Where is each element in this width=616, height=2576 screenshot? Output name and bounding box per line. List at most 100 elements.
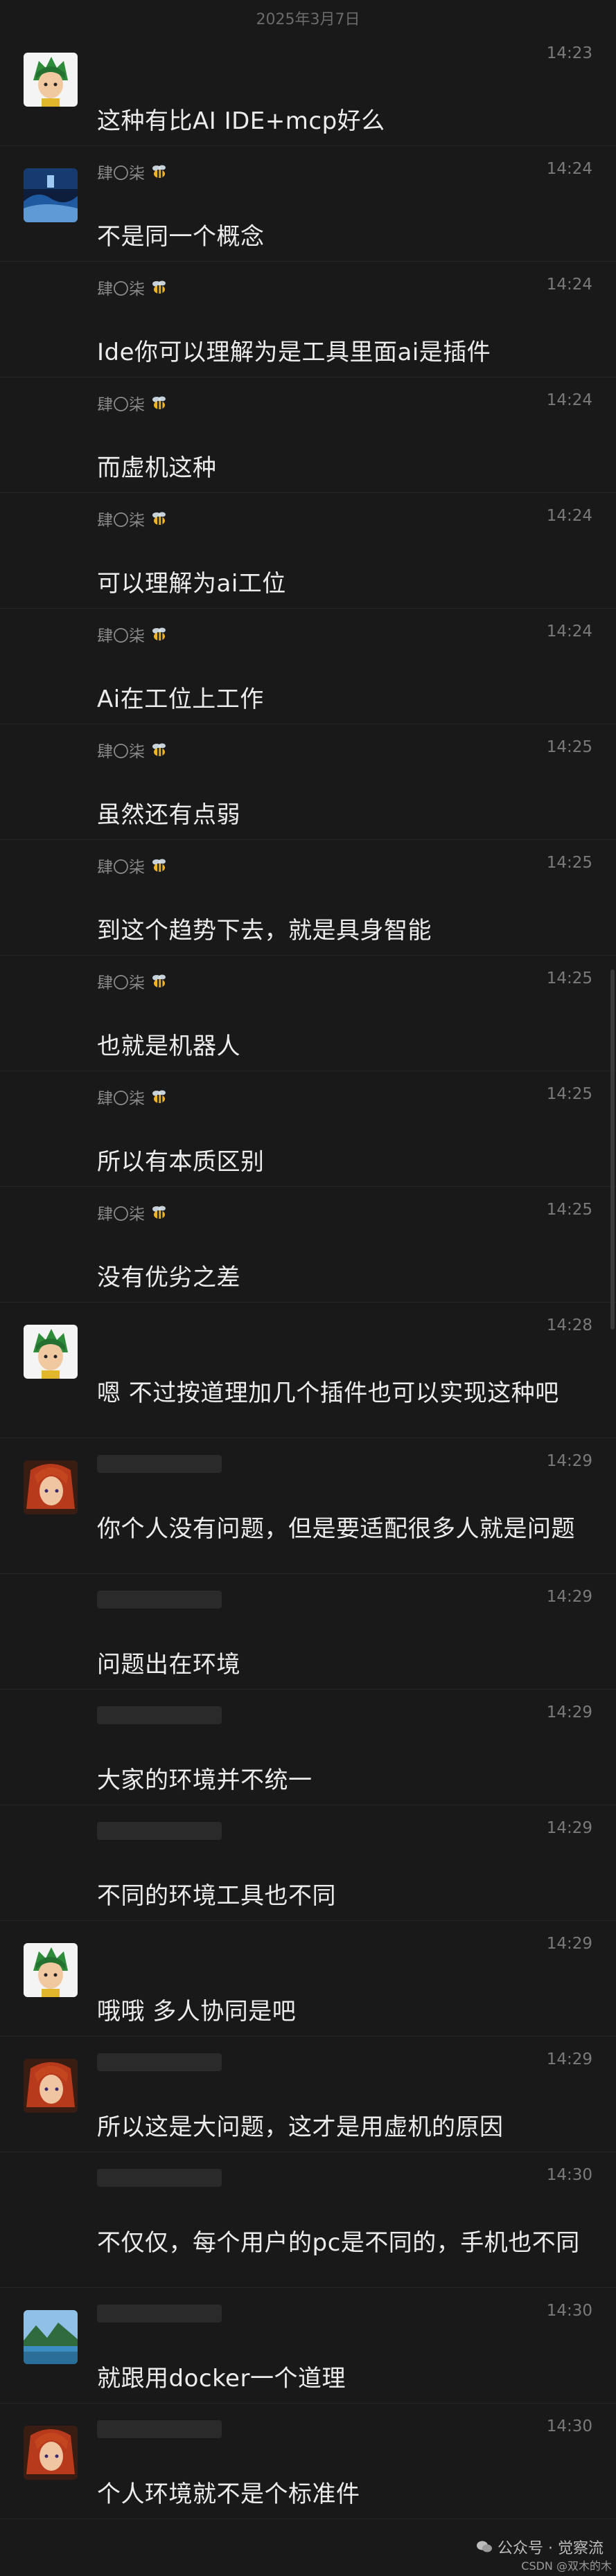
red-hair-anime-avatar[interactable] [24, 1460, 78, 1514]
message-row[interactable]: 14:29 问题出在环境 [0, 1574, 616, 1690]
blurred-sender-name [97, 1591, 222, 1609]
message-row[interactable]: 14:30 个人环境就不是个标准件 [0, 2404, 616, 2519]
sender-meta: 肆〇柒 [97, 854, 168, 877]
bee-emoji-icon [152, 743, 166, 756]
green-hair-anime-avatar[interactable] [24, 53, 78, 107]
message-time: 14:25 [546, 854, 592, 872]
sender-meta: 肆〇柒 [97, 276, 168, 299]
message-text[interactable]: 不是同一个概念 [97, 218, 582, 256]
message-row[interactable]: 肆〇柒 14:25 虽然还有点弱 [0, 724, 616, 840]
message-text[interactable]: 到这个趋势下去，就是具身智能 [97, 912, 582, 949]
message-text[interactable]: 可以理解为ai工位 [97, 565, 582, 602]
message-row[interactable]: 14:29 不同的环境工具也不同 [0, 1805, 616, 1921]
message-row[interactable]: 14:29 你个人没有问题，但是要适配很多人就是问题 [0, 1438, 616, 1574]
message-time: 14:29 [546, 1703, 592, 1721]
watermark-text: 公众号 · 觉察流 [498, 2540, 604, 2557]
bee-emoji-icon [152, 627, 166, 641]
message-text[interactable]: 也就是机器人 [97, 1028, 582, 1065]
message-row[interactable]: 14:28 嗯 不过按道理加几个插件也可以实现这种吧 [0, 1303, 616, 1438]
sender-meta: 肆〇柒 [97, 1201, 168, 1224]
message-row[interactable]: 14:29 所以这是大问题，这才是用虚机的原因 [0, 2037, 616, 2152]
message-row[interactable]: 肆〇柒 14:25 也就是机器人 [0, 956, 616, 1071]
scrollbar[interactable] [610, 969, 615, 1330]
message-row[interactable]: 14:30 就跟用docker一个道理 [0, 2288, 616, 2404]
message-text[interactable]: 问题出在环境 [97, 1646, 582, 1683]
message-time: 14:25 [546, 969, 592, 987]
message-row[interactable]: 14:29 大家的环境并不统一 [0, 1690, 616, 1805]
message-row[interactable]: 14:29 哦哦 多人协同是吧 [0, 1921, 616, 2037]
blurred-sender-name [97, 2169, 222, 2187]
message-time: 14:23 [546, 44, 592, 62]
message-row[interactable]: 肆〇柒 14:24 Ai在工位上工作 [0, 609, 616, 724]
sender-name: 肆〇柒 [97, 743, 145, 761]
message-time: 14:30 [546, 2166, 592, 2184]
green-hair-anime-avatar[interactable] [24, 1943, 78, 1997]
sender-meta: 肆〇柒 [97, 160, 168, 184]
sender-name: 肆〇柒 [97, 396, 145, 414]
message-row[interactable]: 肆〇柒 14:24 Ide你可以理解为是工具里面ai是插件 [0, 262, 616, 377]
message-time: 14:24 [546, 623, 592, 641]
bee-emoji-icon [152, 1206, 166, 1219]
message-row[interactable]: 肆〇柒 14:24 可以理解为ai工位 [0, 493, 616, 609]
sender-name: 肆〇柒 [97, 280, 145, 298]
message-time: 14:24 [546, 160, 592, 178]
bee-emoji-icon [152, 974, 166, 987]
message-time: 14:29 [546, 1819, 592, 1837]
message-time: 14:25 [546, 1201, 592, 1219]
message-time: 14:30 [546, 2417, 592, 2435]
message-text[interactable]: 嗯 不过按道理加几个插件也可以实现这种吧 [97, 1375, 582, 1412]
chat-history: 2025年3月7日 14:23 这种有比AI IDE+mcp好么 肆〇柒 14:24 不… [0, 0, 616, 2576]
message-text[interactable]: 而虚机这种 [97, 449, 582, 487]
sender-name: 肆〇柒 [97, 627, 145, 645]
watermark: 公众号 · 觉察流 [475, 2536, 604, 2558]
message-text[interactable]: 这种有比AI IDE+mcp好么 [97, 102, 582, 140]
lake-landscape-avatar[interactable] [24, 2310, 78, 2364]
message-time: 14:28 [546, 1316, 592, 1334]
message-row[interactable]: 肆〇柒 14:25 没有优劣之差 [0, 1187, 616, 1303]
bee-emoji-icon [152, 859, 166, 872]
blurred-sender-name [97, 1455, 222, 1473]
message-text[interactable]: Ide你可以理解为是工具里面ai是插件 [97, 334, 582, 371]
message-text[interactable]: 所以这是大问题，这才是用虚机的原因 [97, 2109, 582, 2146]
message-text[interactable]: 没有优劣之差 [97, 1259, 582, 1296]
sender-meta: 肆〇柒 [97, 507, 168, 530]
message-text[interactable]: 就跟用docker一个道理 [97, 2360, 582, 2397]
message-row[interactable]: 14:23 这种有比AI IDE+mcp好么 [0, 30, 616, 146]
sender-name: 肆〇柒 [97, 974, 145, 992]
message-text[interactable]: 所以有本质区别 [97, 1143, 582, 1181]
sender-meta: 肆〇柒 [97, 623, 168, 646]
red-hair-anime-avatar[interactable] [24, 2059, 78, 2113]
red-hair-anime-avatar[interactable] [24, 2426, 78, 2480]
message-text[interactable]: 大家的环境并不统一 [97, 1762, 582, 1799]
message-text[interactable]: 不同的环境工具也不同 [97, 1877, 582, 1915]
message-time: 14:29 [546, 1452, 592, 1470]
bee-emoji-icon [152, 1090, 166, 1103]
sender-meta: 肆〇柒 [97, 1085, 168, 1109]
sender-name: 肆〇柒 [97, 1090, 145, 1108]
blue-landscape-avatar[interactable] [24, 168, 78, 222]
message-row[interactable]: 肆〇柒 14:24 不是同一个概念 [0, 146, 616, 262]
message-time: 14:25 [546, 738, 592, 756]
message-text[interactable]: 个人环境就不是个标准件 [97, 2476, 582, 2513]
message-time: 14:25 [546, 1085, 592, 1103]
message-time: 14:24 [546, 276, 592, 294]
bee-emoji-icon [152, 396, 166, 409]
message-row[interactable]: 肆〇柒 14:24 而虚机这种 [0, 377, 616, 493]
message-text[interactable]: Ai在工位上工作 [97, 681, 582, 718]
message-row[interactable]: 肆〇柒 14:25 所以有本质区别 [0, 1071, 616, 1187]
message-text[interactable]: 虽然还有点弱 [97, 796, 582, 834]
message-row[interactable]: 肆〇柒 14:25 到这个趋势下去，就是具身智能 [0, 840, 616, 956]
bee-emoji-icon [152, 280, 166, 294]
sender-name: 肆〇柒 [97, 1206, 145, 1224]
sender-meta: 肆〇柒 [97, 969, 168, 993]
message-text[interactable]: 不仅仅，每个用户的pc是不同的，手机也不同 [97, 2224, 582, 2262]
green-hair-anime-avatar[interactable] [24, 1325, 78, 1379]
wechat-icon [477, 2541, 493, 2552]
message-text[interactable]: 你个人没有问题，但是要适配很多人就是问题 [97, 1510, 582, 1548]
message-time: 14:24 [546, 507, 592, 525]
message-row[interactable]: 14:30 不仅仅，每个用户的pc是不同的，手机也不同 [0, 2152, 616, 2288]
message-text[interactable]: 哦哦 多人协同是吧 [97, 1993, 582, 2030]
message-time: 14:29 [546, 1588, 592, 1606]
message-time: 14:30 [546, 2302, 592, 2320]
blurred-sender-name [97, 2305, 222, 2323]
